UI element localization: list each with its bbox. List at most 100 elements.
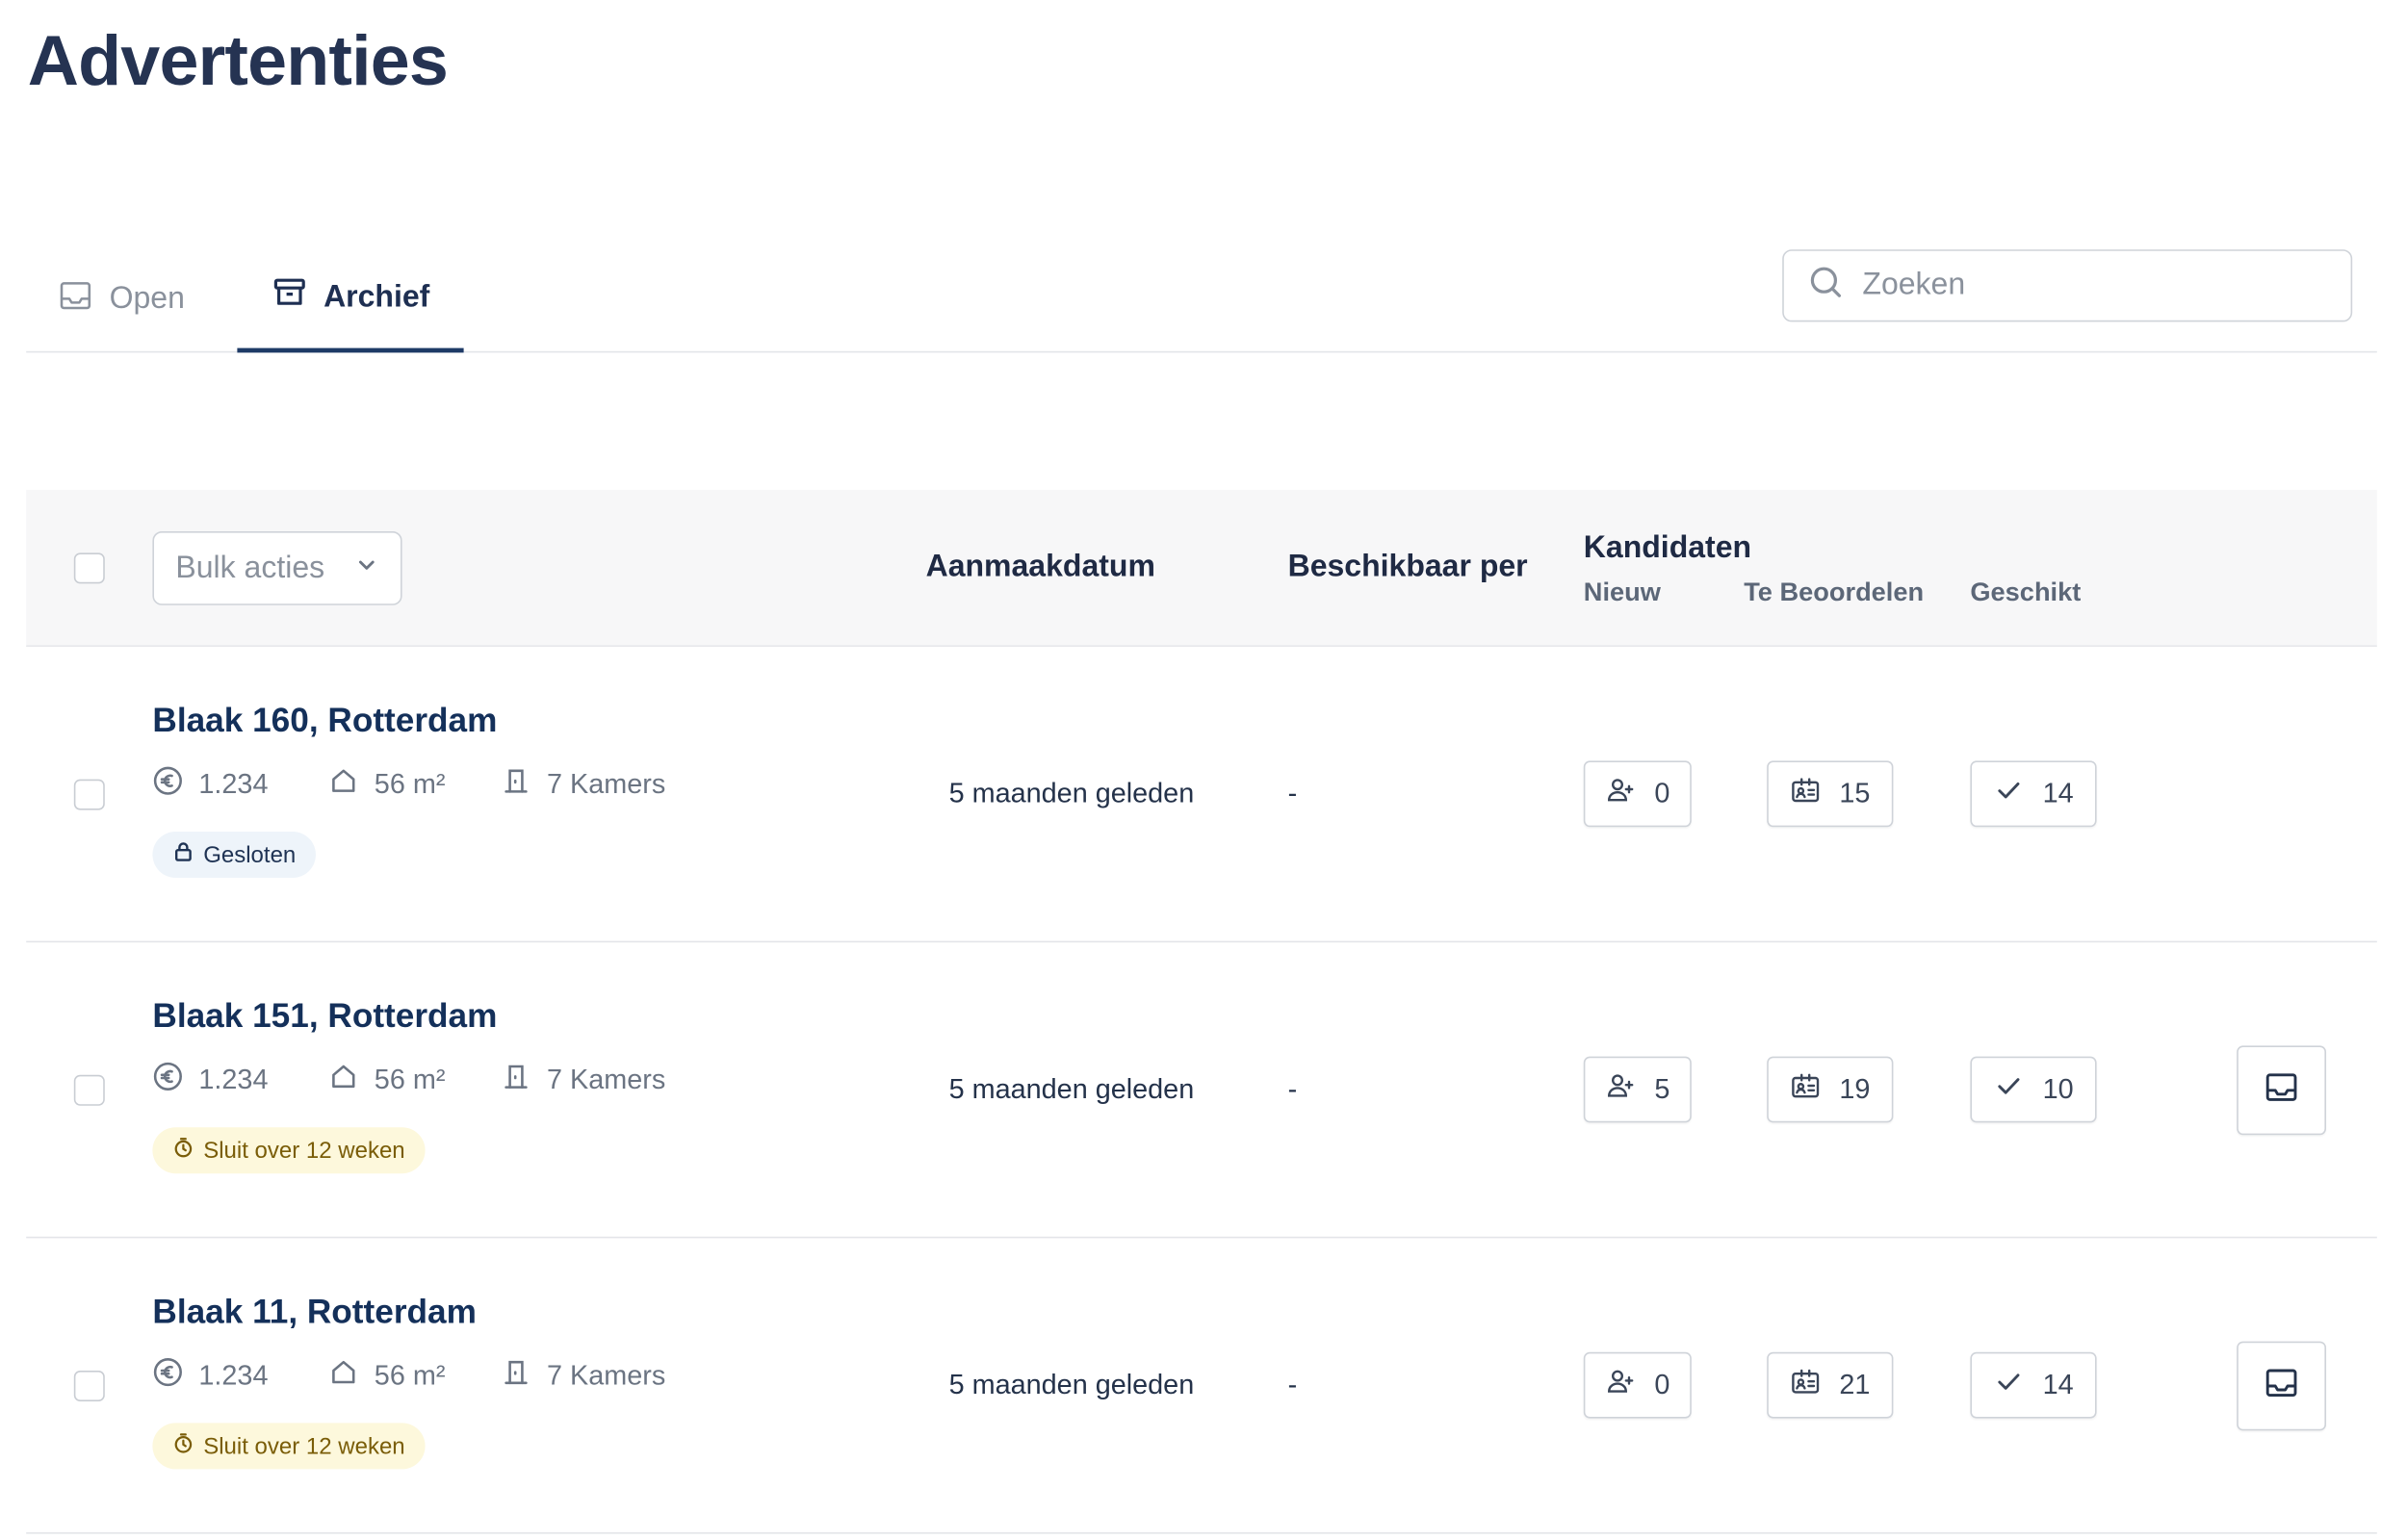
new-candidates-count: 5 (1654, 1073, 1670, 1105)
search-input[interactable] (1862, 268, 2325, 304)
listing-meta: 1.234 56 m² 7 Kamers (152, 1061, 665, 1099)
price-item: 1.234 (152, 1357, 327, 1396)
review-candidates-button[interactable]: 19 (1767, 1056, 1894, 1123)
status-badge-label: Gesloten (203, 841, 297, 868)
area-value: 56 m² (374, 768, 446, 800)
door-icon (501, 1061, 531, 1099)
new-candidates-button[interactable]: 0 (1583, 760, 1692, 828)
review-candidates-button[interactable]: 15 (1767, 760, 1894, 828)
table-row[interactable]: Blaak 160, Rotterdam 1.234 56 m² 7 Kamer… (26, 647, 2377, 943)
col-header-available[interactable]: Beschikbaar per (1288, 550, 1528, 585)
search-icon (1807, 264, 1844, 308)
rooms-value: 7 Kamers (547, 768, 666, 800)
tab-open-label: Open (109, 281, 185, 316)
price-item: 1.234 (152, 765, 327, 804)
rooms-item: 7 Kamers (501, 1061, 665, 1099)
archive-button[interactable] (2237, 1341, 2326, 1431)
search-box (1782, 249, 2353, 322)
rooms-item: 7 Kamers (501, 765, 665, 804)
available-date: - (1287, 1073, 1298, 1105)
col-header-new[interactable]: Nieuw (1584, 578, 1661, 608)
new-candidates-count: 0 (1654, 778, 1670, 808)
tab-archive-label: Archief (324, 279, 430, 314)
euro-icon (152, 765, 183, 804)
row-checkbox[interactable] (73, 1371, 105, 1401)
table-row[interactable]: Blaak 151, Rotterdam 1.234 56 m² 7 Kamer… (26, 942, 2377, 1239)
new-candidates-button[interactable]: 0 (1583, 1351, 1692, 1419)
stopwatch-icon (172, 1432, 194, 1460)
suitable-candidates-count: 14 (2042, 778, 2074, 808)
created-date: 5 maanden geleden (948, 1369, 1195, 1400)
area-item: 56 m² (328, 765, 501, 804)
door-icon (501, 765, 531, 804)
row-checkbox[interactable] (73, 1074, 105, 1106)
suitable-candidates-count: 10 (2042, 1073, 2074, 1105)
area-item: 56 m² (328, 1357, 501, 1396)
listing-meta: 1.234 56 m² 7 Kamers (152, 765, 665, 804)
chevron-down-icon (354, 551, 379, 586)
tab-open[interactable]: Open (57, 246, 185, 352)
check-icon (1993, 1070, 2024, 1109)
house-icon (328, 1061, 359, 1099)
user-plus-icon (1605, 1366, 1636, 1404)
row-checkbox[interactable] (73, 779, 105, 810)
rooms-item: 7 Kamers (501, 1357, 665, 1396)
archive-button[interactable] (2237, 1045, 2326, 1136)
table-row[interactable]: Blaak 11, Rotterdam 1.234 56 m² 7 Kamers… (26, 1238, 2377, 1534)
suitable-candidates-count: 14 (2042, 1369, 2074, 1400)
select-all-checkbox[interactable] (73, 552, 105, 584)
tab-archive[interactable]: Archief (237, 246, 464, 353)
review-candidates-count: 15 (1839, 778, 1871, 808)
stopwatch-icon (172, 1137, 194, 1165)
available-date: - (1287, 1369, 1298, 1400)
page-title: Advertenties (27, 19, 449, 100)
inbox-icon (57, 276, 93, 322)
id-card-icon (1790, 1070, 1821, 1109)
id-card-icon (1790, 775, 1821, 813)
col-header-review[interactable]: Te Beoordelen (1744, 578, 1924, 608)
bulk-actions-dropdown[interactable]: Bulk acties (152, 531, 402, 605)
price-value: 1.234 (198, 1359, 269, 1391)
new-candidates-button[interactable]: 5 (1583, 1056, 1692, 1123)
area-value: 56 m² (374, 1064, 446, 1095)
created-date: 5 maanden geleden (948, 1073, 1195, 1105)
status-badge-label: Sluit over 12 weken (203, 1432, 405, 1459)
user-plus-icon (1605, 775, 1636, 813)
house-icon (328, 1357, 359, 1396)
listing-title[interactable]: Blaak 160, Rotterdam (152, 701, 497, 741)
listing-title[interactable]: Blaak 151, Rotterdam (152, 996, 497, 1037)
area-item: 56 m² (328, 1061, 501, 1099)
price-item: 1.234 (152, 1061, 327, 1099)
rooms-value: 7 Kamers (547, 1359, 666, 1391)
id-card-icon (1790, 1366, 1821, 1404)
suitable-candidates-button[interactable]: 14 (1970, 760, 2097, 828)
available-date: - (1287, 778, 1298, 808)
rooms-value: 7 Kamers (547, 1064, 666, 1095)
review-candidates-button[interactable]: 21 (1767, 1351, 1894, 1419)
status-badge-label: Sluit over 12 weken (203, 1137, 405, 1164)
review-candidates-count: 21 (1839, 1369, 1871, 1400)
status-badge: Sluit over 12 weken (152, 1423, 426, 1470)
area-value: 56 m² (374, 1359, 446, 1391)
euro-icon (152, 1061, 183, 1099)
inbox-icon (2263, 1068, 2299, 1113)
suitable-candidates-button[interactable]: 14 (1970, 1351, 2097, 1419)
status-badge: Gesloten (152, 832, 317, 878)
status-badge: Sluit over 12 weken (152, 1127, 426, 1174)
listing-meta: 1.234 56 m² 7 Kamers (152, 1357, 665, 1396)
price-value: 1.234 (198, 1064, 269, 1095)
check-icon (1993, 775, 2024, 813)
col-header-suitable[interactable]: Geschikt (1970, 578, 2081, 608)
bulk-actions-label: Bulk acties (175, 551, 325, 585)
house-icon (328, 765, 359, 804)
review-candidates-count: 19 (1839, 1073, 1871, 1105)
inbox-icon (2263, 1364, 2299, 1408)
listing-title[interactable]: Blaak 11, Rotterdam (152, 1292, 477, 1332)
col-header-created[interactable]: Aanmaakdatum (926, 550, 1155, 585)
user-plus-icon (1605, 1070, 1636, 1109)
created-date: 5 maanden geleden (948, 778, 1195, 808)
suitable-candidates-button[interactable]: 10 (1970, 1056, 2097, 1123)
archive-box-icon (272, 274, 308, 321)
col-header-candidates: Kandidaten (1583, 531, 1752, 566)
table-header: Bulk acties Aanmaakdatum Beschikbaar per… (26, 489, 2377, 647)
